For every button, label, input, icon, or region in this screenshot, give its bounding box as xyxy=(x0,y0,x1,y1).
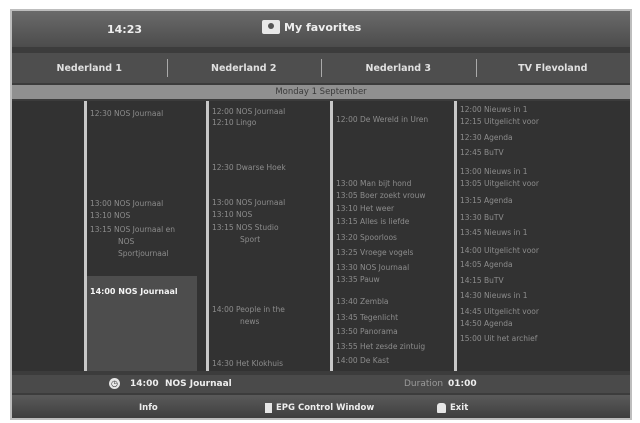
channel-column-3: 12:00 De Wereld in Uren 13:00 Man bijt h… xyxy=(330,101,450,371)
epg-control-label: EPG Control Window xyxy=(276,403,375,413)
program-item[interactable]: 12:30 Agenda xyxy=(460,133,513,143)
duration-value: 01:00 xyxy=(448,379,477,389)
program-item[interactable]: 13:00 NOS Journaal xyxy=(90,199,163,209)
channel-tabs: Nederland 1 Nederland 2 Nederland 3 TV F… xyxy=(12,53,630,83)
program-item[interactable]: 12:10 Lingo xyxy=(212,118,256,128)
epg-screen: 14:23 My favorites Nederland 1 Nederland… xyxy=(10,9,632,420)
program-item[interactable]: 13:30 NOS Journaal xyxy=(336,263,409,273)
program-item[interactable]: 13:35 Pauw xyxy=(336,275,380,285)
program-item[interactable]: 14:30 Het Klokhuis xyxy=(212,359,283,369)
program-item[interactable]: 12:30 Dwarse Hoek xyxy=(212,163,286,173)
program-item[interactable]: 14:45 Uitgelicht voor xyxy=(460,307,539,317)
program-item[interactable]: 13:10 NOS xyxy=(90,211,130,221)
exit-button[interactable]: Exit xyxy=(437,403,468,413)
program-item[interactable]: 14:05 Agenda xyxy=(460,260,513,270)
clock: 14:23 xyxy=(107,23,143,36)
tab-nederland-1[interactable]: Nederland 1 xyxy=(12,63,167,74)
info-button[interactable]: Info xyxy=(139,403,158,413)
epg-control-window-button[interactable]: EPG Control Window xyxy=(265,403,374,413)
program-item-line: NOS xyxy=(118,237,135,246)
program-item[interactable]: 12:00 De Wereld in Uren xyxy=(336,115,428,125)
duration-label: Duration xyxy=(404,379,444,389)
program-item[interactable]: 12:00 NOS Journaal xyxy=(212,107,285,117)
program-item[interactable]: 14:00 People in the xyxy=(212,305,285,315)
column-divider xyxy=(330,101,333,371)
program-info-bar: ◷ 14:00 NOS Journaal Duration 01:00 xyxy=(12,375,630,393)
favorites-label: My favorites xyxy=(284,20,362,34)
program-item[interactable]: 12:45 BuTV xyxy=(460,148,504,158)
column-divider xyxy=(454,101,457,371)
channel-column-4: 12:00 Nieuws in 1 12:15 Uitgelicht voor … xyxy=(454,101,604,371)
program-item[interactable]: 13:00 Nieuws in 1 xyxy=(460,167,528,177)
document-icon xyxy=(265,403,272,413)
program-item[interactable]: 12:00 Nieuws in 1 xyxy=(460,105,528,115)
header-bar: 14:23 My favorites xyxy=(12,11,630,47)
program-item[interactable]: 14:00 Uitgelicht voor xyxy=(460,246,539,256)
program-item[interactable]: 13:00 Man bijt hond xyxy=(336,179,411,189)
tab-nederland-3[interactable]: Nederland 3 xyxy=(321,58,476,77)
program-item[interactable]: 12:30 NOS Journaal xyxy=(90,109,163,119)
column-divider xyxy=(206,101,209,371)
program-item[interactable]: 13:10 NOS xyxy=(212,210,252,220)
program-item[interactable]: 14:00 De Kast xyxy=(336,356,389,366)
program-item[interactable]: 14:30 Nieuws in 1 xyxy=(460,291,528,301)
program-item[interactable]: 14:15 BuTV xyxy=(460,276,504,286)
program-item[interactable]: 12:15 Uitgelicht voor xyxy=(460,117,539,127)
channel-column-1: 12:30 NOS Journaal 13:00 NOS Journaal 13… xyxy=(84,101,202,371)
program-item[interactable]: 14:50 Agenda xyxy=(460,319,513,329)
tab-nederland-2[interactable]: Nederland 2 xyxy=(166,58,322,77)
exit-label: Exit xyxy=(450,403,469,413)
program-item[interactable]: 13:50 Panorama xyxy=(336,327,398,337)
program-item[interactable]: 13:15 Alles is liefde xyxy=(336,217,409,227)
program-item-line: Sport xyxy=(240,235,261,244)
program-item[interactable]: 13:10 Het weer xyxy=(336,204,394,214)
program-grid: 12:30 NOS Journaal 13:00 NOS Journaal 13… xyxy=(12,101,630,371)
program-item[interactable]: 13:00 NOS Journaal xyxy=(212,198,285,208)
clock-icon: ◷ xyxy=(109,378,120,389)
program-item[interactable]: 13:55 Het zesde zintuig xyxy=(336,342,425,352)
program-item-line: news xyxy=(240,317,260,326)
program-item[interactable]: 13:15 NOS Journaal en xyxy=(90,225,175,235)
program-item-line: Sportjournaal xyxy=(118,249,169,258)
current-program: 14:00 NOS Journaal xyxy=(130,379,232,389)
channel-column-2: 12:00 NOS Journaal 12:10 Lingo 12:30 Dwa… xyxy=(206,101,324,371)
hand-icon xyxy=(437,403,446,413)
program-item[interactable]: 13:15 NOS Studio xyxy=(212,223,279,233)
favorites-icon xyxy=(262,20,280,34)
program-item[interactable]: 13:45 Tegenlicht xyxy=(336,313,398,323)
program-item[interactable]: 13:30 BuTV xyxy=(460,213,504,223)
program-item[interactable]: 15:00 Uit het archief xyxy=(460,334,537,344)
program-item[interactable]: 13:05 Boer zoekt vrouw xyxy=(336,191,425,201)
favorites-title: My favorites xyxy=(262,20,361,34)
tab-tv-flevoland[interactable]: TV Flevoland xyxy=(475,58,631,77)
program-item[interactable]: 13:45 Nieuws in 1 xyxy=(460,228,528,238)
info-label: Info xyxy=(139,403,158,413)
program-item[interactable]: 13:05 Uitgelicht voor xyxy=(460,179,539,189)
program-item[interactable]: 13:40 Zembla xyxy=(336,297,389,307)
program-item[interactable]: 13:15 Agenda xyxy=(460,196,513,206)
program-item[interactable]: 13:20 Spoorloos xyxy=(336,233,397,243)
date-bar: Monday 1 September xyxy=(12,85,630,99)
program-item[interactable]: 13:25 Vroege vogels xyxy=(336,248,413,258)
program-item-selected[interactable]: 14:00 NOS Journaal xyxy=(90,287,178,297)
footer-bar: Info EPG Control Window Exit xyxy=(12,395,630,418)
